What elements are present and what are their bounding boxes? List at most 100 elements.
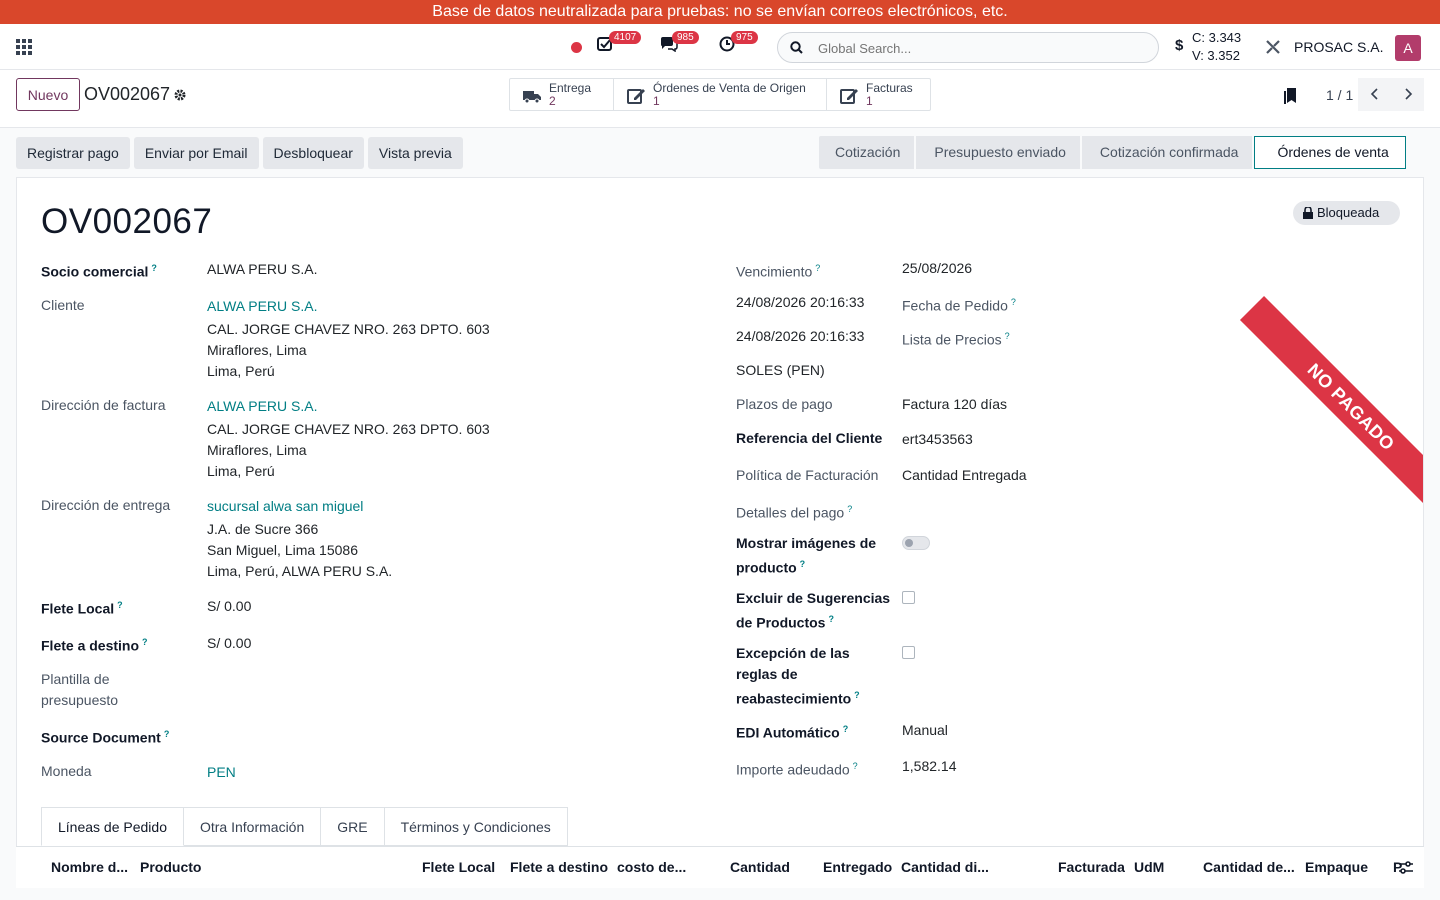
status-bar: Cotización Presupuesto enviado Cotizació… bbox=[819, 136, 1406, 169]
excluir-sugerencias-checkbox[interactable] bbox=[902, 591, 915, 604]
pager-previous-button[interactable] bbox=[1358, 78, 1391, 111]
control-panel: Nuevo OV002067 Entrega 2 Órdenes de Venta… bbox=[0, 70, 1440, 128]
col-producto[interactable]: Producto bbox=[140, 859, 201, 875]
bookmark-icon[interactable] bbox=[1283, 87, 1299, 105]
entrega-link[interactable]: sucursal alwa san miguel bbox=[207, 496, 363, 517]
send-email-button[interactable]: Enviar por Email bbox=[133, 137, 259, 169]
order-lines-header: Nombre d... Producto Flete Local Flete a… bbox=[16, 846, 1424, 888]
pricelist-value[interactable]: SOLES (PEN) bbox=[736, 360, 825, 381]
rate-sell: V: 3.352 bbox=[1192, 48, 1240, 63]
col-facturada[interactable]: Facturada bbox=[1058, 859, 1125, 875]
smart-button-entrega[interactable]: Entrega 2 bbox=[510, 79, 614, 110]
smart-entrega-value: 2 bbox=[549, 94, 556, 108]
fecha-pedido-value[interactable]: 24/08/2026 20:16:33 bbox=[736, 292, 864, 313]
company-switcher[interactable]: PROSAC S.A. bbox=[1294, 39, 1383, 55]
cliente-link[interactable]: ALWA PERU S.A. bbox=[207, 296, 317, 317]
locked-badge: Bloqueada bbox=[1293, 201, 1400, 225]
messages-icon[interactable]: 985 bbox=[660, 31, 699, 58]
excepcion-reglas-checkbox[interactable] bbox=[902, 646, 915, 659]
preview-button[interactable]: Vista previa bbox=[367, 137, 463, 169]
referencia-value[interactable]: ert3453563 bbox=[902, 429, 973, 450]
lista-precios-label: Lista de Precios? bbox=[902, 331, 1010, 348]
new-button[interactable]: Nuevo bbox=[16, 78, 80, 111]
clock-badge: 975 bbox=[731, 31, 758, 44]
activities-icon[interactable]: 4107 bbox=[597, 31, 642, 58]
gear-icon[interactable] bbox=[173, 88, 187, 102]
plazos-value[interactable]: Factura 120 días bbox=[902, 394, 1007, 415]
factura-address-line2: Miraflores, Lima bbox=[207, 442, 307, 458]
pager-value[interactable]: 1 / 1 bbox=[1326, 87, 1353, 103]
cliente-label: Cliente bbox=[41, 297, 85, 313]
col-cantidad-disponible[interactable]: Cantidad di... bbox=[901, 859, 989, 875]
stage-cotizacion[interactable]: Cotización bbox=[819, 136, 915, 169]
source-document-field[interactable] bbox=[207, 724, 667, 745]
col-cantidad[interactable]: Cantidad bbox=[730, 859, 790, 875]
col-flete-local[interactable]: Flete Local bbox=[422, 859, 495, 875]
flete-destino-value[interactable]: S/ 0.00 bbox=[207, 633, 251, 654]
plantilla-label: Plantilla de presupuesto bbox=[41, 671, 119, 708]
smart-origen-value: 1 bbox=[653, 94, 660, 108]
stage-ordenes-de-venta[interactable]: Órdenes de venta bbox=[1254, 136, 1406, 169]
search-input[interactable] bbox=[818, 39, 1138, 57]
column-settings-icon[interactable] bbox=[1398, 860, 1414, 876]
tab-terminos-condiciones[interactable]: Términos y Condiciones bbox=[384, 807, 568, 846]
col-entregado[interactable]: Entregado bbox=[823, 859, 892, 875]
smart-button-facturas[interactable]: Facturas 1 bbox=[827, 79, 930, 110]
cliente-address-line3: Lima, Perú bbox=[207, 363, 275, 379]
tools-icon[interactable] bbox=[1265, 39, 1281, 55]
fecha-pedido-label: Fecha de Pedido? bbox=[902, 297, 1016, 314]
excepcion-reglas-label: Excepción de las reglas de reabastecimient… bbox=[736, 645, 860, 707]
plantilla-field[interactable] bbox=[207, 669, 667, 690]
col-flete-destino[interactable]: Flete a destino bbox=[510, 859, 608, 875]
factura-address-line3: Lima, Perú bbox=[207, 463, 275, 479]
excluir-sugerencias-label: Excluir de Sugerencias de Productos? bbox=[736, 590, 891, 631]
col-cantidad-paquete[interactable]: Cantidad de... bbox=[1203, 859, 1295, 875]
unlock-button[interactable]: Desbloquear bbox=[262, 137, 364, 169]
moneda-label: Moneda bbox=[41, 763, 92, 779]
detalles-pago-label: Detalles del pago? bbox=[736, 504, 853, 521]
col-costo[interactable]: costo de... bbox=[617, 859, 686, 875]
lock-icon bbox=[1303, 207, 1313, 219]
smart-button-origen[interactable]: Órdenes de Venta de Origen 1 bbox=[614, 79, 827, 110]
rate-buy: C: 3.343 bbox=[1192, 30, 1242, 45]
politica-value[interactable]: Cantidad Entregada bbox=[902, 465, 1027, 486]
not-paid-ribbon: NO PAGADO bbox=[1239, 295, 1423, 519]
politica-label: Política de Facturación bbox=[736, 467, 879, 483]
tab-gre[interactable]: GRE bbox=[321, 807, 385, 846]
stage-presupuesto-enviado[interactable]: Presupuesto enviado bbox=[916, 136, 1080, 169]
mostrar-imagenes-toggle[interactable] bbox=[902, 536, 930, 550]
exchange-rates: C: 3.343 V: 3.352 bbox=[1192, 29, 1241, 65]
stage-cotizacion-confirmada[interactable]: Cotización confirmada bbox=[1081, 136, 1253, 169]
tab-lineas-pedido[interactable]: Líneas de Pedido bbox=[41, 807, 184, 846]
entrega-address-line2: San Miguel, Lima 15086 bbox=[207, 542, 358, 558]
col-udm[interactable]: UdM bbox=[1134, 859, 1164, 875]
register-payment-button[interactable]: Registrar pago bbox=[16, 137, 130, 169]
recording-dot-icon[interactable] bbox=[571, 42, 582, 53]
col-nombre[interactable]: Nombre d... bbox=[51, 859, 128, 875]
entrega-address-line1: J.A. de Sucre 366 bbox=[207, 521, 319, 537]
plazos-label: Plazos de pago bbox=[736, 396, 833, 412]
activities-badge: 4107 bbox=[609, 31, 642, 44]
apps-grid-icon[interactable] bbox=[16, 39, 32, 55]
cliente-address-line1: CAL. JORGE CHAVEZ NRO. 263 DPTO. 603 bbox=[207, 321, 490, 337]
edi-value[interactable]: Manual bbox=[902, 720, 948, 741]
lista-precios-date[interactable]: 24/08/2026 20:16:33 bbox=[736, 326, 864, 347]
neutralized-db-banner: Base de datos neutralizada para pruebas:… bbox=[0, 0, 1440, 24]
global-search[interactable] bbox=[777, 32, 1159, 63]
flete-destino-label: Flete a destino? bbox=[41, 637, 148, 654]
chevron-left-icon bbox=[1370, 88, 1378, 100]
moneda-link[interactable]: PEN bbox=[207, 762, 236, 783]
socio-value[interactable]: ALWA PERU S.A. bbox=[207, 259, 317, 280]
mostrar-imagenes-label: Mostrar imágenes de producto? bbox=[736, 535, 877, 576]
clock-icon[interactable]: 975 bbox=[719, 31, 758, 58]
pager-next-button[interactable] bbox=[1391, 78, 1424, 111]
smart-buttons: Entrega 2 Órdenes de Venta de Origen 1 Fac… bbox=[509, 78, 931, 111]
tab-otra-informacion[interactable]: Otra Información bbox=[183, 807, 322, 846]
col-empaque[interactable]: Empaque bbox=[1305, 859, 1368, 875]
factura-link[interactable]: ALWA PERU S.A. bbox=[207, 396, 317, 417]
vencimiento-value[interactable]: 25/08/2026 bbox=[902, 258, 972, 279]
user-avatar[interactable]: A bbox=[1395, 35, 1421, 61]
factura-address-line1: CAL. JORGE CHAVEZ NRO. 263 DPTO. 603 bbox=[207, 421, 490, 437]
factura-label: Dirección de factura bbox=[41, 397, 166, 413]
flete-local-value[interactable]: S/ 0.00 bbox=[207, 596, 251, 617]
